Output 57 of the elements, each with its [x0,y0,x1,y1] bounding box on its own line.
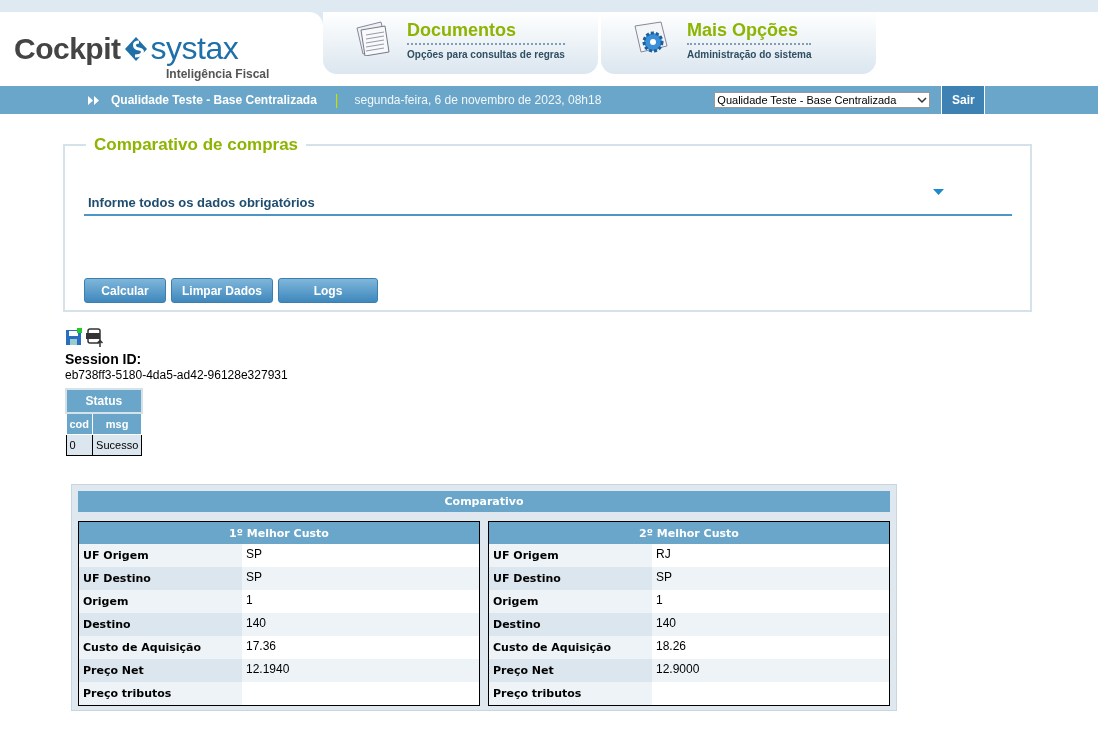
save-icon[interactable] [65,328,83,346]
date-text: segunda-feira, 6 de novembro de 2023, 08h18 [354,93,602,107]
row-label: Destino [488,613,652,636]
logout-button[interactable]: Sair [941,86,986,114]
row-label: Custo de Aquisição [78,636,242,659]
table-title: 2º Melhor Custo [488,521,890,544]
table-cell: 1 [652,590,890,613]
menu-subtitle: Administração do sistema [687,49,812,60]
base-select[interactable]: Qualidade Teste - Base Centralizada [714,92,931,108]
table-cell: 12.1940 [242,659,480,682]
table-cell: 1 [242,590,480,613]
row-label: Preço tributos [488,682,652,706]
table-cell: 140 [242,613,480,636]
menu-subtitle: Opções para consultas de regras [407,49,565,60]
csv-export-icon[interactable] [85,328,105,348]
table-title: Status [66,389,142,413]
row-label: Preço tributos [78,682,242,706]
row-label: UF Destino [78,567,242,590]
separator: | [334,92,339,108]
row-label: Preço Net [78,659,242,682]
table-cell: 17.36 [242,636,480,659]
row-label: UF Destino [488,567,652,590]
documents-icon[interactable] [353,20,393,56]
table-cell: SP [242,567,480,590]
table-cell: 18.26 [652,636,890,659]
table-cell: 140 [652,613,890,636]
menu-title[interactable]: Mais Opções [687,20,812,45]
action-button[interactable]: Limpar Dados [171,278,273,303]
caret-icon[interactable] [933,189,944,195]
comparison-title: Comparativo [78,491,890,512]
base-name: Qualidade Teste - Base Centralizada [111,93,317,107]
row-label: Destino [78,613,242,636]
row-label: UF Origem [488,544,652,567]
form-title: Comparativo de compras [93,135,300,155]
table-cell: 0 [66,434,93,456]
menu-title[interactable]: Documentos [407,20,565,45]
row-label: UF Origem [78,544,242,567]
table-cell: 12.9000 [652,659,890,682]
row-label: Custo de Aquisição [488,636,652,659]
table-cell: SP [242,544,480,567]
row-label: Origem [488,590,652,613]
double-arrow-icon [88,95,99,105]
column-header: cod [66,413,93,435]
section-title: Informe todos os dados obrigatórios [84,195,1012,216]
action-button[interactable]: Logs [278,278,378,303]
row-label: Preço Net [488,659,652,682]
action-button[interactable]: Calcular [84,278,166,303]
session-id: eb738ff3-5180-4da5-ad42-96128e327931 [65,368,288,382]
logo-text: Cockpit [14,31,121,66]
table-cell: RJ [652,544,890,567]
logo-text: systax [150,30,239,67]
logo-mark-icon [123,35,148,62]
logo-tagline: Inteligência Fiscal [166,67,271,81]
table-title: 1º Melhor Custo [78,521,480,544]
table-cell: SP [652,567,890,590]
session-label: Session ID: [65,351,142,367]
row-label: Origem [78,590,242,613]
